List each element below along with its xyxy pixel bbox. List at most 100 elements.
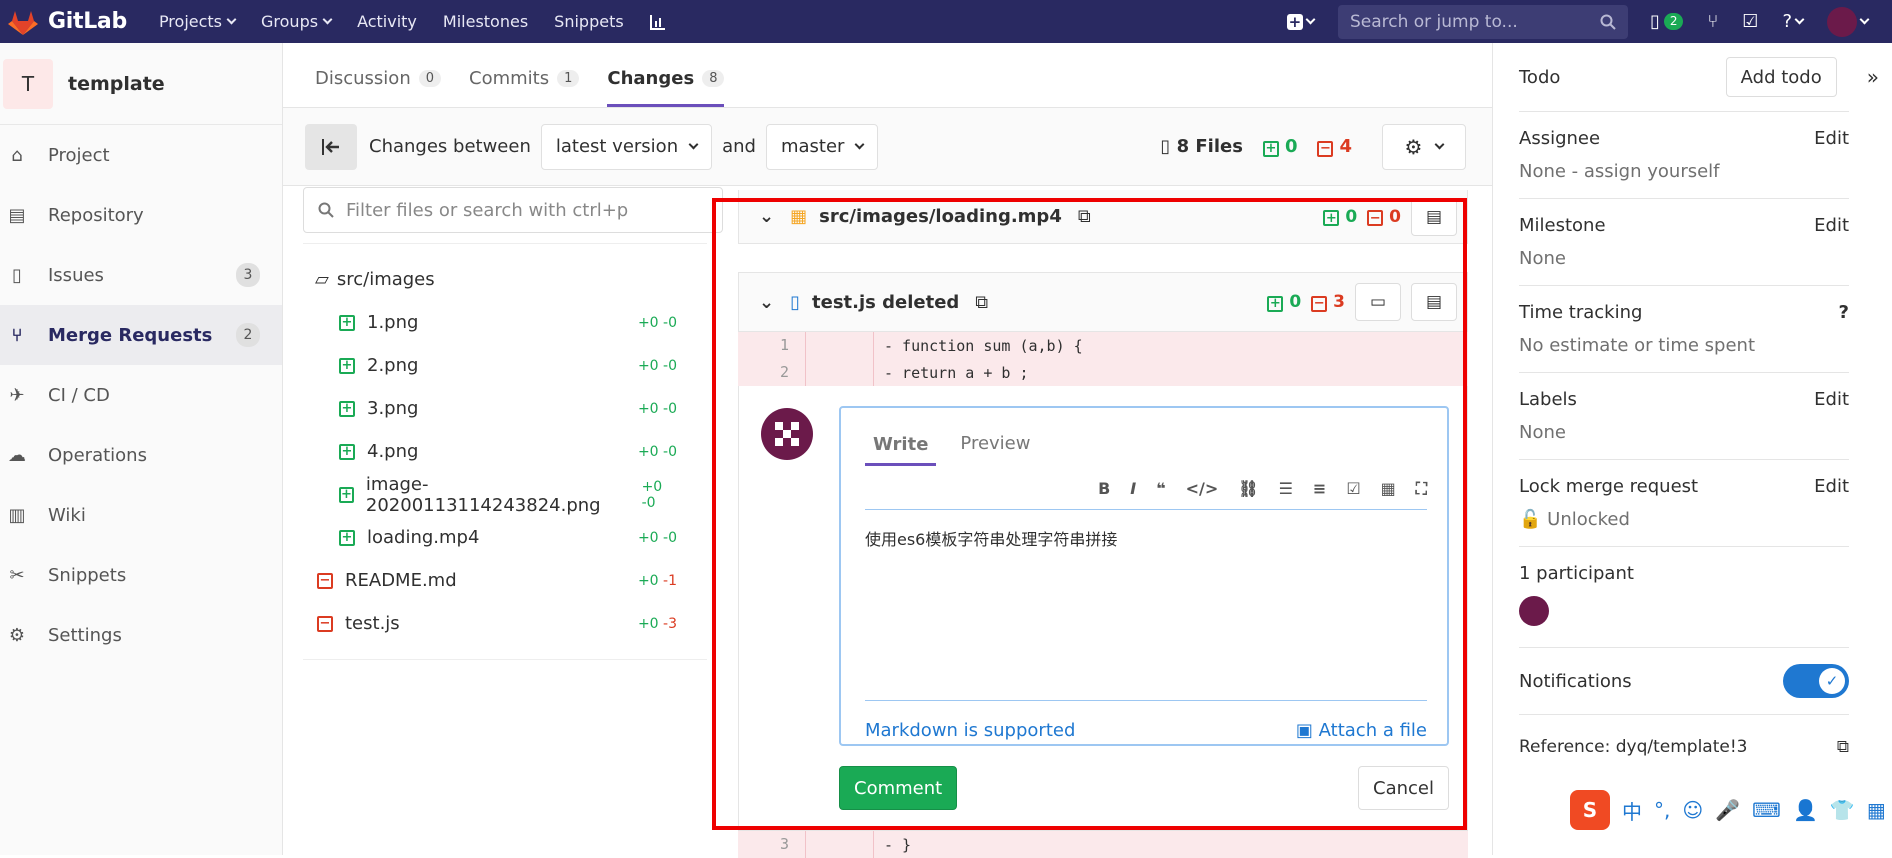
markdown-editor: Write Preview B I ❝ </> ⛓ ☰ ≡ ☑ ▦ ⛶ 使用es…: [839, 406, 1449, 746]
sidebar-item-ci-cd[interactable]: ✈ CI / CD: [0, 365, 282, 425]
comment-button[interactable]: Comment: [839, 766, 958, 810]
home-icon: ⌂: [11, 144, 23, 166]
user-avatar-menu[interactable]: [1827, 6, 1870, 37]
edit-milestone-link[interactable]: Edit: [1814, 215, 1849, 236]
table-icon[interactable]: ▦: [1381, 479, 1396, 498]
sidebar-item-wiki[interactable]: ▥ Wiki: [0, 485, 282, 545]
sidebar-item-project[interactable]: ⌂ Project: [0, 125, 282, 185]
to-version-dropdown[interactable]: master: [765, 123, 879, 170]
bullet-list-icon[interactable]: ☰: [1279, 479, 1293, 498]
diff-settings-button[interactable]: ⚙: [1382, 123, 1466, 170]
chevron-down-icon: [855, 139, 865, 150]
sidebar-item-repository[interactable]: ▤ Repository: [0, 185, 282, 245]
tab-changes[interactable]: Changes 8: [607, 68, 725, 107]
view-file-button[interactable]: ▤: [1411, 197, 1457, 236]
file-added-icon: +: [339, 314, 355, 331]
tab-write[interactable]: Write: [865, 434, 937, 466]
copy-icon: ⧉: [1077, 206, 1091, 227]
file-row[interactable]: + image-20200113114243824.png +0 -0: [303, 473, 707, 516]
sidebar-item-settings[interactable]: ⚙ Settings: [0, 605, 282, 665]
numbered-list-icon[interactable]: ≡: [1313, 479, 1326, 498]
scissors-icon: ✂: [9, 564, 25, 586]
file-row[interactable]: +3.png +0 -0: [303, 387, 707, 430]
sidebar-item-operations[interactable]: ☁ Operations: [0, 425, 282, 485]
italic-icon[interactable]: I: [1130, 479, 1136, 498]
diff-area: ⌄ ▦ src/images/loading.mp4 ⧉ +0 −0 ▤ ⌄ ▯…: [738, 190, 1468, 858]
code-icon[interactable]: </>: [1186, 479, 1219, 498]
from-version-dropdown[interactable]: latest version: [540, 123, 713, 170]
file-row[interactable]: +1.png +0 -0: [303, 301, 707, 344]
rocket-icon: ✈: [9, 384, 25, 406]
collapse-sidebar-icon[interactable]: »: [1867, 65, 1879, 89]
markdown-link[interactable]: Markdown is supported: [865, 720, 1075, 741]
collapse-filetree-button[interactable]: [305, 123, 357, 170]
todo-label: Todo: [1519, 66, 1561, 88]
cancel-button[interactable]: Cancel: [1358, 766, 1449, 810]
sidebar-item-merge-requests[interactable]: ⑂ Merge Requests 2: [0, 305, 282, 365]
gear-icon: ⚙: [8, 624, 26, 646]
edit-assignee-link[interactable]: Edit: [1814, 128, 1849, 149]
search-input[interactable]: Search or jump to...: [1337, 4, 1628, 39]
book-icon: ▥: [8, 504, 26, 526]
grid-icon: ▦: [1866, 798, 1886, 822]
diff-file-header[interactable]: ⌄ ▯ test.js deleted ⧉ +0 −3 ▭ ▤: [738, 272, 1468, 332]
diff-file-header[interactable]: ⌄ ▦ src/images/loading.mp4 ⧉ +0 −0 ▤: [738, 190, 1468, 244]
file-icon: ▯: [1160, 136, 1171, 157]
attach-file-button[interactable]: ▣ Attach a file: [1296, 720, 1427, 741]
lines-added: +0: [1262, 136, 1297, 157]
sidebar-item-snippets[interactable]: ✂ Snippets: [0, 545, 282, 605]
sidebar-item-issues[interactable]: ▯ Issues 3: [0, 245, 282, 305]
comment-toggle-button[interactable]: ▭: [1355, 283, 1401, 321]
merge-request-icon[interactable]: ⑂: [1707, 11, 1718, 32]
file-row[interactable]: + loading.mp4 +0 -0: [303, 516, 707, 559]
file-row[interactable]: − README.md +0 -1: [303, 559, 707, 602]
punctuation-icon: °,: [1654, 798, 1671, 822]
todo-icon[interactable]: ☑: [1742, 11, 1758, 32]
quote-icon[interactable]: ❝: [1156, 479, 1165, 498]
chart-icon[interactable]: [649, 14, 666, 30]
folder-row[interactable]: ▱ src/images: [303, 258, 707, 301]
chevron-down-icon: [1859, 14, 1870, 25]
nav-projects[interactable]: Projects: [159, 12, 237, 31]
edit-lock-link[interactable]: Edit: [1814, 476, 1849, 497]
search-icon: [318, 202, 334, 218]
tab-commits[interactable]: Commits 1: [469, 68, 580, 107]
edit-labels-link[interactable]: Edit: [1814, 389, 1849, 410]
search-icon: [1600, 14, 1616, 30]
gitlab-logo[interactable]: GitLab: [8, 0, 127, 43]
folder-icon: ▱: [315, 269, 329, 290]
copy-icon[interactable]: ⧉: [1837, 737, 1849, 757]
task-list-icon[interactable]: ☑: [1346, 479, 1360, 498]
video-file-icon: ▦: [790, 206, 808, 227]
file-row[interactable]: +4.png +0 -0: [303, 430, 707, 473]
comment-textarea[interactable]: 使用es6模板字符串处理字符串拼接: [865, 510, 1427, 700]
image-icon: ▣: [1295, 720, 1313, 741]
issues-count: 3: [236, 263, 260, 287]
help-icon[interactable]: ?: [1839, 302, 1849, 323]
view-file-button[interactable]: ▤: [1411, 283, 1457, 321]
project-header[interactable]: T template: [0, 43, 282, 125]
link-icon[interactable]: ⛓: [1238, 479, 1258, 498]
assignee-value[interactable]: None - assign yourself: [1519, 161, 1849, 182]
file-deleted-icon: −: [317, 615, 333, 632]
file-row[interactable]: − test.js +0 -3: [303, 602, 707, 645]
tab-preview[interactable]: Preview: [960, 433, 1030, 454]
help-icon[interactable]: ?: [1782, 11, 1805, 32]
chevron-down-icon: ⌄: [759, 291, 775, 313]
tab-discussion[interactable]: Discussion 0: [315, 68, 442, 107]
new-item-button[interactable]: +: [1286, 13, 1316, 31]
nav-snippets[interactable]: Snippets: [554, 12, 624, 31]
nav-activity[interactable]: Activity: [357, 12, 417, 31]
notifications-toggle[interactable]: [1783, 664, 1849, 698]
file-row[interactable]: +2.png +0 -0: [303, 344, 707, 387]
fullscreen-icon[interactable]: ⛶: [1416, 479, 1427, 499]
gear-icon: ⚙: [1404, 134, 1423, 159]
nav-milestones[interactable]: Milestones: [443, 12, 528, 31]
participant-avatar[interactable]: [1519, 596, 1549, 626]
lines-removed: −4: [1317, 136, 1352, 157]
issues-icon[interactable]: ▯ 2: [1650, 11, 1684, 32]
file-filter-input[interactable]: Filter files or search with ctrl+p: [303, 187, 723, 233]
add-todo-button[interactable]: Add todo: [1725, 57, 1837, 97]
nav-groups[interactable]: Groups: [261, 12, 333, 31]
bold-icon[interactable]: B: [1098, 479, 1110, 498]
